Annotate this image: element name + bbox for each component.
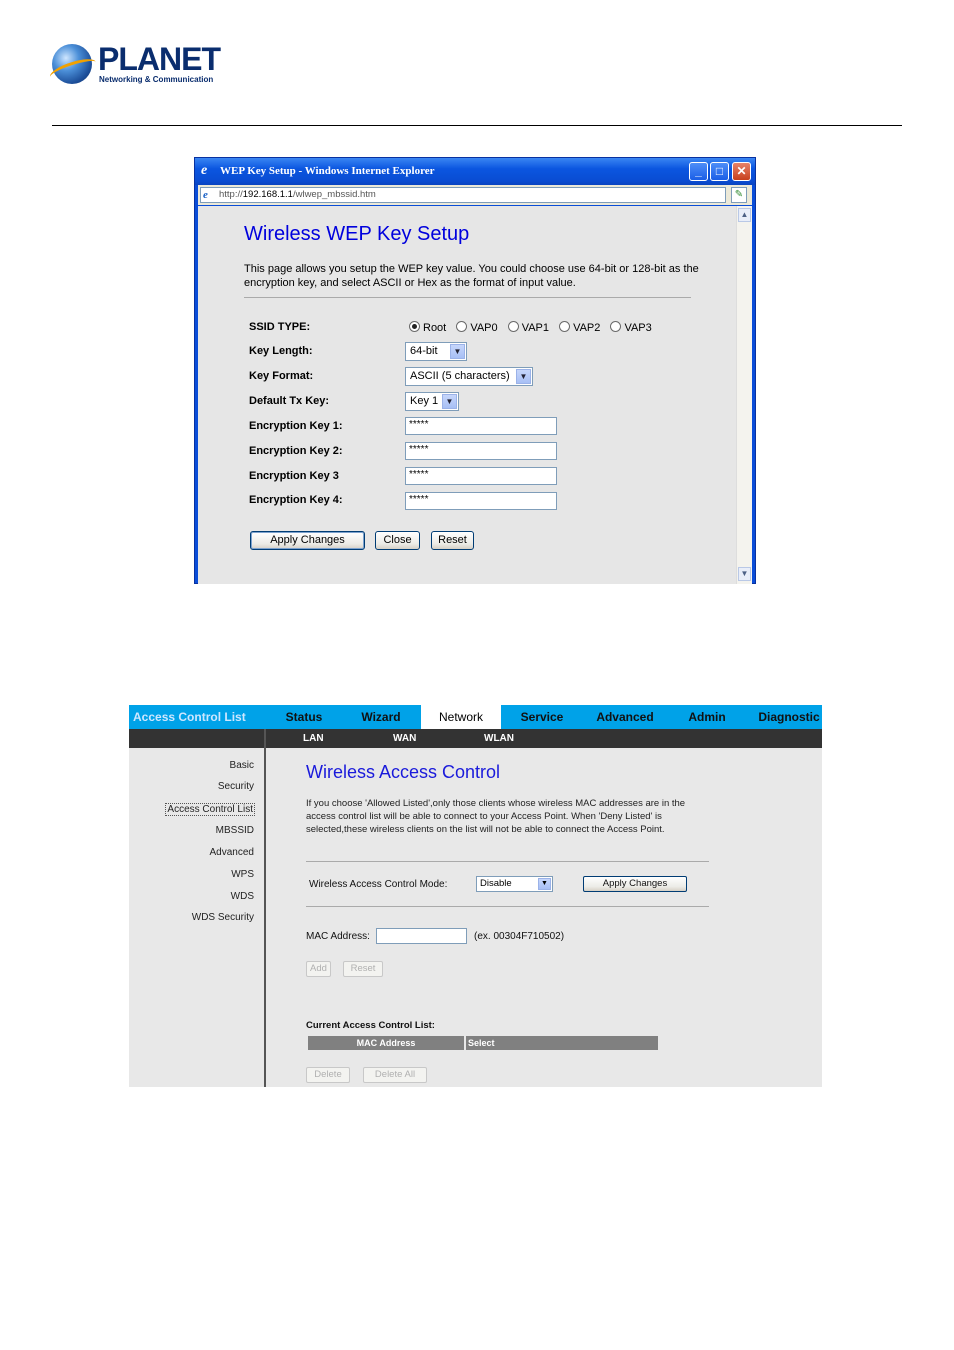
delete-button[interactable]: Delete <box>306 1067 350 1083</box>
chevron-down-icon: ▼ <box>516 369 531 384</box>
radio-vap3[interactable]: VAP3 <box>610 321 652 334</box>
radio-icon <box>456 321 468 332</box>
access-control-mode-select[interactable]: Disable ▼ <box>476 876 553 892</box>
brand-tagline: Networking & Communication <box>99 75 214 84</box>
ssid-type-label: SSID TYPE: <box>249 321 311 333</box>
encryption-key-1-label: Encryption Key 1: <box>249 420 343 432</box>
page-description: If you choose 'Allowed Listed',only thos… <box>306 798 686 835</box>
page-title: Wireless WEP Key Setup <box>244 223 470 245</box>
sidebar-divider <box>264 729 266 1087</box>
reset-button[interactable]: Reset <box>343 961 383 977</box>
close-window-button[interactable]: ✕ <box>732 162 751 181</box>
vertical-scrollbar[interactable]: ▲ ▼ <box>736 206 752 584</box>
mac-address-input[interactable] <box>376 928 467 944</box>
subtab-wlan[interactable]: WLAN <box>484 733 514 744</box>
chevron-down-icon: ▼ <box>538 878 551 890</box>
certificate-icon[interactable]: ✎ <box>731 187 747 203</box>
encryption-key-4-label: Encryption Key 4: <box>249 494 343 506</box>
sidebar-item-wps[interactable]: WPS <box>231 869 254 880</box>
radio-icon <box>559 321 571 332</box>
key-length-label: Key Length: <box>249 345 313 357</box>
sub-nav: LAN WAN WLAN <box>129 729 822 748</box>
sidebar-item-wds-security[interactable]: WDS Security <box>192 912 254 923</box>
default-tx-key-select[interactable]: Key 1 ▼ <box>405 392 459 411</box>
sidebar-item-security[interactable]: Security <box>218 781 254 792</box>
planet-logo: PLANET Networking & Communication <box>47 41 222 92</box>
address-bar: e http://192.168.1.1/wlwep_mbssid.htm ✎ <box>198 185 752 205</box>
radio-vap1[interactable]: VAP1 <box>507 321 549 334</box>
reset-button[interactable]: Reset <box>431 531 474 550</box>
scroll-down-icon[interactable]: ▼ <box>738 567 751 581</box>
key-format-select[interactable]: ASCII (5 characters) ▼ <box>405 367 533 386</box>
encryption-key-2-input[interactable]: ***** <box>405 442 557 460</box>
access-control-mode-label: Wireless Access Control Mode: <box>309 879 448 890</box>
divider <box>306 906 709 907</box>
scroll-up-icon[interactable]: ▲ <box>738 208 751 222</box>
ie-window: e WEP Key Setup - Windows Internet Explo… <box>194 157 756 584</box>
default-tx-key-label: Default Tx Key: <box>249 395 330 407</box>
tab-network[interactable]: Network <box>421 705 501 729</box>
divider <box>306 861 709 862</box>
router-admin-panel: Access Control List Status Wizard Networ… <box>129 705 822 1087</box>
key-length-select[interactable]: 64-bit ▼ <box>405 342 467 361</box>
tab-diagnostic[interactable]: Diagnostic <box>754 705 822 729</box>
url-text: http://192.168.1.1/wlwep_mbssid.htm <box>219 189 376 200</box>
page-title: Wireless Access Control <box>306 762 501 782</box>
radio-icon <box>507 321 519 332</box>
chevron-down-icon: ▼ <box>450 344 465 359</box>
radio-vap0[interactable]: VAP0 <box>456 321 498 334</box>
delete-all-button[interactable]: Delete All <box>363 1067 427 1083</box>
key-format-label: Key Format: <box>249 370 314 382</box>
radio-icon <box>610 321 622 332</box>
minimize-button[interactable]: _ <box>689 162 708 181</box>
tab-advanced[interactable]: Advanced <box>589 705 661 729</box>
sidebar-item-advanced[interactable]: Advanced <box>210 847 254 858</box>
ie-logo-icon: e <box>201 163 208 178</box>
tab-status[interactable]: Status <box>272 705 336 729</box>
sidebar-item-basic[interactable]: Basic <box>230 760 254 771</box>
radio-vap2[interactable]: VAP2 <box>559 321 600 334</box>
apply-changes-button[interactable]: Apply Changes <box>583 876 687 892</box>
page-description: This page allows you setup the WEP key v… <box>244 263 699 289</box>
tab-service[interactable]: Service <box>509 705 575 729</box>
encryption-key-3-label: Encryption Key 3 <box>249 470 339 482</box>
maximize-button[interactable]: □ <box>710 162 729 181</box>
column-select: Select <box>466 1036 658 1050</box>
tab-admin[interactable]: Admin <box>677 705 737 729</box>
subtab-lan[interactable]: LAN <box>303 733 324 744</box>
close-button[interactable]: Close <box>375 531 420 550</box>
encryption-key-4-input[interactable]: ***** <box>405 492 557 510</box>
header-divider <box>52 125 902 126</box>
subtab-wan[interactable]: WAN <box>393 733 416 744</box>
encryption-key-2-label: Encryption Key 2: <box>249 445 343 457</box>
list-title: Current Access Control List: <box>306 1020 435 1031</box>
add-button[interactable]: Add <box>306 961 331 977</box>
brand-name: PLANET <box>98 41 221 77</box>
section-title: Access Control List <box>133 710 246 724</box>
window-titlebar[interactable]: e WEP Key Setup - Windows Internet Explo… <box>195 158 755 185</box>
mac-address-example: (ex. 00304F710502) <box>474 931 565 942</box>
apply-changes-button[interactable]: Apply Changes <box>250 531 365 550</box>
top-nav: Access Control List Status Wizard Networ… <box>129 705 822 729</box>
tab-wizard[interactable]: Wizard <box>349 705 413 729</box>
url-field[interactable]: e http://192.168.1.1/wlwep_mbssid.htm <box>200 187 726 203</box>
chevron-down-icon: ▼ <box>442 394 457 409</box>
radio-root[interactable]: Root <box>409 321 446 334</box>
mac-address-label: MAC Address: <box>306 931 370 942</box>
encryption-key-3-input[interactable]: ***** <box>405 467 557 485</box>
radio-checked-icon <box>409 321 420 332</box>
wep-page: Wireless WEP Key Setup This page allows … <box>198 206 736 584</box>
page-icon: e <box>203 189 208 201</box>
divider <box>244 297 691 298</box>
column-mac-address: MAC Address <box>308 1036 464 1050</box>
window-title: WEP Key Setup - Windows Internet Explore… <box>220 165 435 177</box>
sidebar-item-wds[interactable]: WDS <box>231 891 254 902</box>
ssid-type-radio-group: Root VAP0 VAP1 VAP2 VAP3 <box>409 321 659 334</box>
encryption-key-1-input[interactable]: ***** <box>405 417 557 435</box>
sidebar-item-access-control-list[interactable]: Access Control List <box>165 803 255 816</box>
sidebar-item-mbssid[interactable]: MBSSID <box>216 825 254 836</box>
